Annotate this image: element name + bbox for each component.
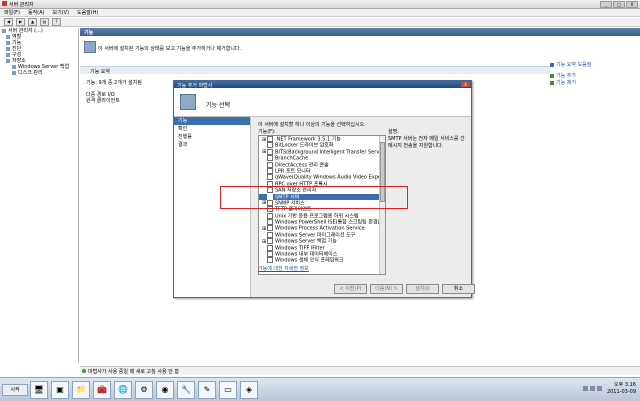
explorer-icon[interactable]: 📁 [72, 381, 90, 399]
annotation-highlight-box [220, 186, 408, 209]
wizard-titlebar: 기능 추가 마법사 X [174, 81, 471, 89]
refresh-icon [82, 369, 86, 373]
add-icon [550, 73, 554, 78]
clock[interactable]: 오후 3:16 2011-03-09 [607, 382, 636, 396]
menu-action[interactable]: 동작(A) [28, 9, 45, 16]
feature-checkbox[interactable] [267, 161, 273, 168]
feature-checkbox[interactable] [267, 142, 273, 149]
navigation-tree: 서버 관리자 (...) 역할 기능 진단 구성 저장소 Windows Ser… [0, 28, 79, 363]
help-icon[interactable]: ? [52, 18, 61, 26]
taskbar: 시작 🖥 ▣ 📁 🧰 🌐 ⚙ ◉ 🔧 ✎ ▭ ◈ 오후 3:16 2011-03-09 [0, 377, 640, 401]
wizard-instruction: 이 서버에 설치할 하나 이상의 기능을 선택하십시오. [258, 122, 366, 128]
app-icon[interactable]: ◈ [240, 381, 258, 399]
powershell-icon[interactable]: ▣ [51, 381, 69, 399]
next-button[interactable]: 다음(N) > [370, 284, 403, 294]
menu-help[interactable]: 도움말(H) [77, 9, 98, 16]
settings-icon[interactable]: ⚙ [135, 381, 153, 399]
feature-checkbox[interactable] [267, 257, 273, 264]
window-title: 서버 관리자 [9, 2, 34, 8]
feature-label: Windows 생체 인식 프레임워크 [275, 257, 344, 264]
feature-checkbox[interactable] [267, 174, 273, 181]
show-hide-icon[interactable]: ▤ [40, 18, 49, 26]
start-button[interactable]: 시작 [2, 384, 28, 396]
features-summary-header[interactable]: 기능 요약 [80, 66, 550, 75]
network-icon[interactable] [583, 386, 588, 391]
forward-icon[interactable]: ▶ [16, 18, 25, 26]
actions-panel: 기능 요약 도움말 기능 추가 기능 제거 [550, 62, 640, 102]
tools-icon[interactable]: 🔧 [177, 381, 195, 399]
server-icon [2, 28, 6, 33]
feature-checkbox[interactable] [267, 167, 273, 174]
wizard-step-confirm: 확인 [178, 126, 188, 132]
maximize-button[interactable]: □ [613, 1, 625, 8]
feature-description: SMTP 서버는 전자 메일 서비스를 간 메시지 전송을 지원합니다. [388, 136, 465, 149]
back-icon[interactable]: ◀ [4, 18, 13, 26]
features-header: 기능 [80, 28, 640, 36]
volume-icon[interactable] [590, 386, 595, 391]
install-button[interactable]: 설치(I) [406, 284, 439, 294]
feature-checkbox[interactable] [267, 244, 273, 251]
feature-checkbox[interactable] [267, 219, 273, 226]
features-icon [84, 41, 96, 53]
feature-checkbox[interactable] [267, 155, 273, 162]
diagnostics-icon [6, 46, 10, 51]
wizard-step-results: 결과 [178, 142, 188, 148]
up-icon[interactable]: ▲ [28, 18, 37, 26]
server-manager-icon [2, 1, 7, 6]
menu-view[interactable]: 보기(V) [53, 9, 70, 16]
wizard-buttons: < 이전(P) 다음(N) > 설치(I) 취소 [334, 284, 475, 294]
features-icon [6, 40, 10, 45]
disk-icon [12, 70, 16, 75]
features-description: 이 서버에 설치된 기능의 상태를 보고 기능을 추가하거나 제거합니다. [80, 37, 550, 57]
feature-checkbox[interactable] [267, 225, 273, 232]
menu-file[interactable]: 파일(F) [4, 9, 20, 16]
add-features-link[interactable]: 기능 추가 [550, 73, 640, 80]
terminal-icon[interactable]: ▭ [219, 381, 237, 399]
feature-checkbox[interactable] [267, 212, 273, 219]
wizard-close-button[interactable]: X [461, 82, 470, 87]
feature-checkbox[interactable] [267, 231, 273, 238]
wizard-heading: 기능 선택 [206, 102, 230, 109]
toolbox-icon[interactable]: 🧰 [93, 381, 111, 399]
toolbar: ◀ ▶ ▲ ▤ ? [0, 18, 640, 27]
previous-button[interactable]: < 이전(P) [334, 284, 367, 294]
help-icon [550, 62, 554, 67]
wizard-header: 기능 선택 [174, 88, 471, 117]
feature-row[interactable]: Windows 생체 인식 프레임워크 [259, 257, 385, 264]
description-label: 설명: [388, 129, 399, 135]
server-manager-icon[interactable]: 🖥 [30, 381, 48, 399]
close-button[interactable]: X [626, 1, 638, 8]
menu-bar: 파일(F) 동작(A) 보기(V) 도움말(H) [0, 9, 640, 17]
storage-icon [6, 58, 10, 63]
remove-icon [550, 80, 554, 85]
feature-checkbox[interactable] [267, 136, 273, 142]
flag-icon[interactable] [597, 386, 602, 391]
taskbar-apps: 🖥 ▣ 📁 🧰 🌐 ⚙ ◉ 🔧 ✎ ▭ ◈ [30, 381, 258, 399]
status-bar: 마법사가 사용 중일 때 새로 고침 사용 안 함 [80, 366, 640, 375]
window-titlebar: 서버 관리자 _ □ X [0, 0, 640, 9]
network-icon[interactable]: 🌐 [114, 381, 132, 399]
features-wizard-icon [180, 94, 196, 110]
system-tray [583, 386, 602, 391]
features-summary-help-link[interactable]: 기능 요약 도움말 [550, 62, 640, 69]
roles-icon [6, 34, 10, 39]
wizard-step-progress: 진행률 [178, 134, 192, 140]
feature-checkbox[interactable] [267, 251, 273, 258]
wizard-step-features[interactable]: 기능 [174, 117, 250, 125]
feature-checkbox[interactable] [267, 148, 273, 155]
feature-checkbox[interactable] [267, 238, 273, 245]
tree-item-disk-management[interactable]: 디스크 관리 [0, 70, 78, 76]
remove-features-link[interactable]: 기능 제거 [550, 80, 640, 87]
backup-icon [12, 64, 16, 69]
features-label: 기능(F): [258, 129, 276, 135]
configuration-icon [6, 52, 10, 57]
cancel-button[interactable]: 취소 [442, 284, 475, 294]
globe-icon[interactable]: ◉ [156, 381, 174, 399]
edit-icon[interactable]: ✎ [198, 381, 216, 399]
features-info-link[interactable]: 기능에 대한 자세한 정보 [258, 265, 309, 272]
minimize-button[interactable]: _ [600, 1, 612, 8]
